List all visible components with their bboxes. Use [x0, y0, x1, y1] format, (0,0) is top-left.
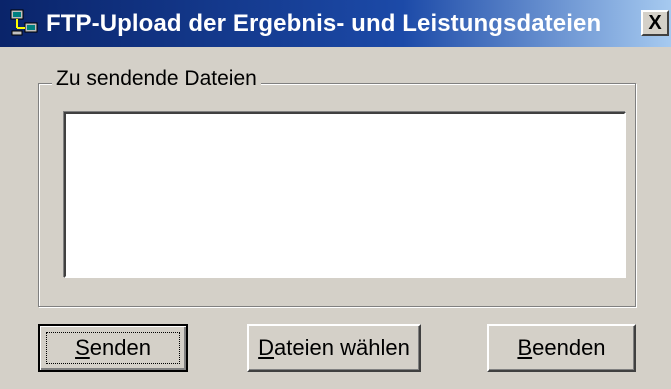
send-button-label: enden — [89, 335, 151, 360]
close-icon: X — [648, 12, 662, 34]
files-list[interactable] — [64, 112, 626, 278]
files-group-label: Zu sendende Dateien — [52, 65, 261, 93]
send-button[interactable]: Senden — [38, 324, 188, 372]
window-title: FTP-Upload der Ergebnis- und Leistungsda… — [46, 10, 602, 37]
choose-files-button-label: ateien wählen — [274, 335, 410, 360]
choose-files-button-accel: D — [258, 335, 275, 360]
ftp-upload-dialog: FTP-Upload der Ergebnis- und Leistungsda… — [0, 0, 671, 389]
quit-button-label: eenden — [532, 335, 606, 360]
title-bar[interactable]: FTP-Upload der Ergebnis- und Leistungsda… — [0, 0, 671, 47]
choose-files-button[interactable]: Dateien wählen — [247, 324, 421, 372]
network-computer-icon — [10, 9, 38, 36]
close-button[interactable]: X — [641, 10, 669, 36]
quit-button-accel: B — [517, 335, 533, 360]
quit-button[interactable]: Beenden — [487, 324, 636, 372]
send-button-accel: S — [75, 335, 90, 360]
